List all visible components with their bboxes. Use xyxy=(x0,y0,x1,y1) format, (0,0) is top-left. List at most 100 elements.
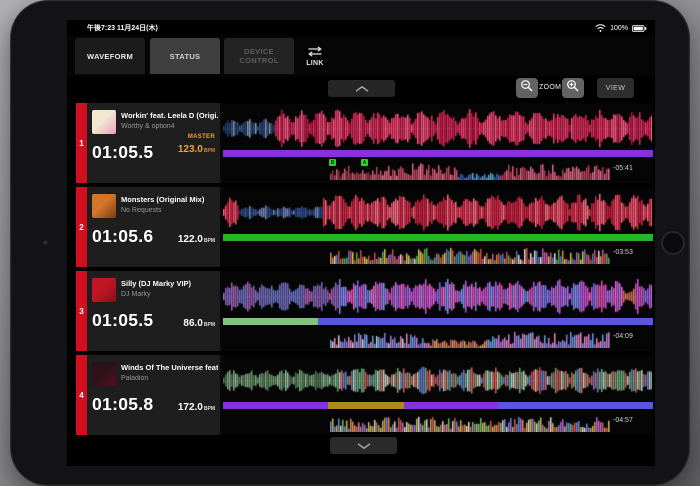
waveform-canvas[interactable] xyxy=(223,108,652,149)
elapsed-time: 01:05.8 xyxy=(92,394,154,414)
deck-row-2[interactable]: 2 Monsters (Original Mix) No Requests 01… xyxy=(76,187,653,267)
zoom-label: ZOOM xyxy=(539,84,562,91)
track-title: Silly (DJ Marky VIP) xyxy=(121,279,192,288)
track-overview-waveform[interactable]: B A xyxy=(329,159,610,180)
track-info-panel: Workin' feat. Leela D (Origi... Worthy &… xyxy=(87,103,220,183)
view-button-label: VIEW xyxy=(605,84,626,92)
deck-number-badge: 4 xyxy=(76,355,87,435)
deck-number: 4 xyxy=(79,390,84,400)
bpm-display: 123.0BPM xyxy=(178,144,215,155)
overview-canvas xyxy=(330,161,610,180)
overview-canvas xyxy=(330,245,610,264)
track-artist: DJ Marky xyxy=(121,291,151,298)
track-overview-waveform[interactable] xyxy=(330,413,610,432)
master-badge: MASTER xyxy=(187,134,215,140)
overview-canvas xyxy=(330,329,610,348)
tab-device-control-label: DEVICE CONTROL xyxy=(239,46,279,65)
tab-status[interactable]: STATUS xyxy=(150,38,220,74)
link-arrows-icon xyxy=(307,45,323,59)
bpm-display: 86.0BPM xyxy=(183,318,215,329)
track-title: Winds Of The Universe feat... xyxy=(121,363,218,372)
remaining-time: -05:41 xyxy=(613,165,633,172)
tab-waveform-label: WAVEFORM xyxy=(86,51,133,61)
track-progress-bar[interactable] xyxy=(223,318,653,325)
tab-status-label: STATUS xyxy=(169,51,201,61)
magnifier-plus-icon xyxy=(566,79,580,98)
track-info-panel: Winds Of The Universe feat... Paladion 0… xyxy=(87,355,220,435)
track-artist: Worthy & option4 xyxy=(121,123,175,130)
elapsed-time: 01:05.6 xyxy=(92,226,154,246)
waveform-canvas[interactable] xyxy=(223,360,652,401)
screenshot-stage: 午後7:23 11月24日(木) 100% WAVEFORM STATUS DE… xyxy=(0,0,700,486)
status-bar: 午後7:23 11月24日(木) 100% xyxy=(67,20,655,36)
tab-link[interactable]: LINK xyxy=(297,38,333,74)
track-overview-waveform[interactable] xyxy=(330,329,610,348)
tab-waveform[interactable]: WAVEFORM xyxy=(75,38,145,74)
waveform-area: -04:09 xyxy=(222,271,653,351)
remaining-time: -04:57 xyxy=(613,417,633,424)
bpm-display: 122.0BPM xyxy=(178,234,215,245)
deck-number: 2 xyxy=(79,222,84,232)
expand-down-button[interactable] xyxy=(330,437,397,454)
home-button[interactable] xyxy=(661,231,685,255)
bpm-value: 172.0 xyxy=(177,402,203,413)
overview-canvas xyxy=(330,413,610,432)
ipad-body: 午後7:23 11月24日(木) 100% WAVEFORM STATUS DE… xyxy=(10,0,690,486)
tab-device-control[interactable]: DEVICE CONTROL xyxy=(224,38,294,74)
bpm-value: 86.0 xyxy=(183,318,203,329)
deck-number: 1 xyxy=(79,138,84,148)
app-screen: 午後7:23 11月24日(木) 100% WAVEFORM STATUS DE… xyxy=(67,20,655,466)
deck-row-3[interactable]: 3 Silly (DJ Marky VIP) DJ Marky 01:05.5 … xyxy=(76,271,653,351)
chevron-down-icon xyxy=(356,437,372,455)
tab-bar: WAVEFORM STATUS DEVICE CONTROL LINK xyxy=(67,36,655,76)
waveform-area: -04:57 xyxy=(222,355,653,435)
hot-cue-marker[interactable]: A xyxy=(361,159,368,166)
album-art xyxy=(92,194,116,218)
bpm-value: 122.0 xyxy=(177,234,203,245)
remaining-time: -04:09 xyxy=(613,333,633,340)
track-progress-bar[interactable] xyxy=(223,234,653,241)
zoom-out-button[interactable] xyxy=(516,78,538,98)
album-art xyxy=(92,362,116,386)
waveform-area: B A -05:41 xyxy=(222,103,653,183)
track-title: Workin' feat. Leela D (Origi... xyxy=(121,111,218,120)
track-info-panel: Silly (DJ Marky VIP) DJ Marky 01:05.5 86… xyxy=(87,271,220,351)
battery-percent: 100% xyxy=(610,24,628,32)
collapse-up-button[interactable] xyxy=(328,80,395,97)
track-title: Monsters (Original Mix) xyxy=(121,195,205,204)
album-art xyxy=(92,278,116,302)
tab-link-label: LINK xyxy=(306,59,324,67)
bpm-value: 123.0 xyxy=(177,144,203,155)
zoom-in-button[interactable] xyxy=(562,78,584,98)
bpm-unit: BPM xyxy=(203,238,215,244)
waveform-canvas[interactable] xyxy=(223,192,652,233)
wifi-icon xyxy=(595,20,606,37)
deck-number-badge: 2 xyxy=(76,187,87,267)
elapsed-time: 01:05.5 xyxy=(92,142,154,162)
track-progress-bar[interactable] xyxy=(223,402,653,409)
bpm-unit: BPM xyxy=(203,406,215,412)
track-progress-bar[interactable] xyxy=(223,150,653,157)
track-overview-waveform[interactable] xyxy=(330,245,610,264)
deck-row-4[interactable]: 4 Winds Of The Universe feat... Paladion… xyxy=(76,355,653,435)
deck-number-badge: 3 xyxy=(76,271,87,351)
elapsed-time: 01:05.5 xyxy=(92,310,154,330)
front-camera xyxy=(43,240,48,245)
bpm-unit: BPM xyxy=(203,148,215,154)
chevron-up-icon xyxy=(354,80,370,98)
deck-number-badge: 1 xyxy=(76,103,87,183)
waveform-area: -03:53 xyxy=(222,187,653,267)
view-button[interactable]: VIEW xyxy=(597,78,634,98)
bpm-display: 172.0BPM xyxy=(178,402,215,413)
battery-icon xyxy=(632,20,647,37)
track-info-panel: Monsters (Original Mix) No Requests 01:0… xyxy=(87,187,220,267)
magnifier-minus-icon xyxy=(520,79,534,98)
track-artist: No Requests xyxy=(121,207,162,214)
album-art xyxy=(92,110,116,134)
hot-cue-marker[interactable]: B xyxy=(329,159,336,166)
waveform-canvas[interactable] xyxy=(223,276,652,317)
remaining-time: -03:53 xyxy=(613,249,633,256)
bpm-unit: BPM xyxy=(203,322,215,328)
deck-row-1[interactable]: 1 Workin' feat. Leela D (Origi... Worthy… xyxy=(76,103,653,183)
track-artist: Paladion xyxy=(121,375,149,382)
